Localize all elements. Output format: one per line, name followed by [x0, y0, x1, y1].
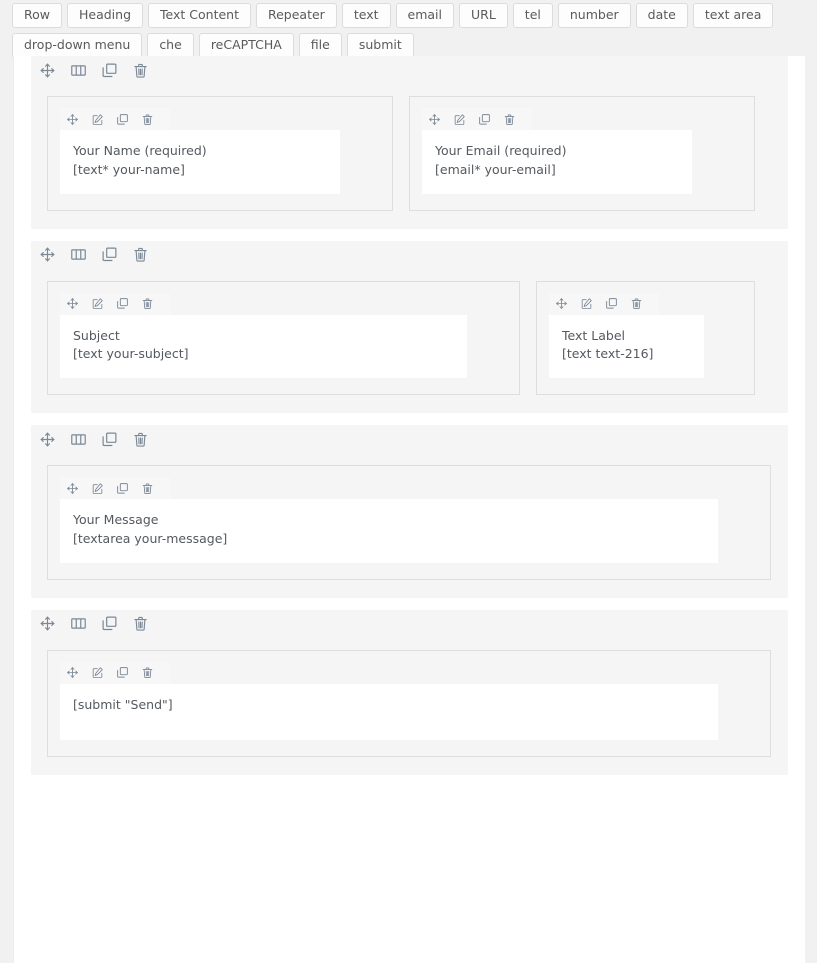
- duplicate-icon[interactable]: [116, 666, 129, 679]
- block-toolbar: [549, 292, 659, 315]
- form-column: [submit "Send"]: [47, 649, 771, 757]
- form-column: Your Message [textarea your-message]: [47, 465, 771, 580]
- field-label: Subject: [73, 327, 120, 343]
- trash-icon[interactable]: [132, 615, 149, 632]
- move-icon[interactable]: [555, 297, 568, 310]
- duplicate-icon[interactable]: [605, 297, 618, 310]
- field-label: Your Message: [73, 512, 159, 527]
- row-body: Your Message [textarea your-message]: [31, 453, 788, 598]
- field-type-toolbar: Row Heading Text Content Repeater text email U…: [0, 0, 817, 58]
- field-shortcode: [email* your-email]: [435, 161, 556, 177]
- field-block[interactable]: Text Label [text text-216]: [549, 314, 704, 378]
- trash-icon[interactable]: [141, 482, 154, 495]
- field-shortcode: [textarea your-message]: [73, 530, 228, 546]
- form-builder-canvas: Your Name (required) [text* your-name] Yo…: [13, 56, 805, 963]
- row-toolbar: [31, 56, 181, 84]
- field-type-button-drop-down-menu[interactable]: drop-down menu: [12, 33, 143, 58]
- edit-icon[interactable]: [453, 113, 466, 126]
- trash-icon[interactable]: [630, 297, 643, 310]
- form-column: Subject [text your-subject]: [47, 280, 520, 395]
- block-toolbar: [60, 108, 170, 130]
- trash-icon[interactable]: [132, 62, 149, 79]
- field-type-button-email[interactable]: email: [395, 3, 454, 28]
- edit-icon[interactable]: [91, 666, 104, 679]
- field-type-button-heading[interactable]: Heading: [67, 3, 144, 28]
- duplicate-icon[interactable]: [101, 431, 118, 448]
- field-label: Your Email (required): [435, 143, 567, 158]
- form-column: Text Label [text text-216]: [536, 280, 755, 395]
- trash-icon[interactable]: [132, 246, 149, 263]
- trash-icon[interactable]: [141, 666, 154, 679]
- form-row: [submit "Send"]: [31, 609, 788, 775]
- field-type-button-text-area[interactable]: text area: [692, 3, 774, 28]
- move-icon[interactable]: [39, 246, 56, 263]
- field-type-button-text-content[interactable]: Text Content: [148, 3, 251, 28]
- field-shortcode: [text* your-name]: [73, 161, 185, 177]
- move-icon[interactable]: [66, 666, 79, 679]
- form-column: Your Name (required) [text* your-name]: [47, 96, 393, 211]
- field-type-button-tel[interactable]: tel: [512, 3, 553, 28]
- duplicate-icon[interactable]: [116, 482, 129, 495]
- field-block[interactable]: Your Message [textarea your-message]: [60, 499, 718, 563]
- duplicate-icon[interactable]: [116, 113, 129, 126]
- block-toolbar: [60, 292, 170, 315]
- form-row: Subject [text your-subject] Text Label [te…: [31, 240, 788, 414]
- edit-icon[interactable]: [91, 482, 104, 495]
- edit-icon[interactable]: [91, 297, 104, 310]
- duplicate-icon[interactable]: [116, 297, 129, 310]
- edit-icon[interactable]: [91, 113, 104, 126]
- move-icon[interactable]: [428, 113, 441, 126]
- field-type-button-che[interactable]: che: [147, 33, 194, 58]
- columns-icon[interactable]: [70, 246, 87, 263]
- field-type-button-number[interactable]: number: [557, 3, 631, 28]
- row-toolbar: [31, 240, 181, 269]
- move-icon[interactable]: [66, 297, 79, 310]
- row-body: [submit "Send"]: [31, 638, 788, 775]
- form-column: Your Email (required) [email* your-email]: [409, 96, 755, 211]
- move-icon[interactable]: [39, 615, 56, 632]
- move-icon[interactable]: [39, 431, 56, 448]
- field-type-button-row[interactable]: Row: [12, 3, 62, 28]
- field-shortcode: [text your-subject]: [73, 346, 189, 362]
- row-toolbar: [31, 425, 181, 453]
- field-type-button-date[interactable]: date: [635, 3, 688, 28]
- field-type-button-file[interactable]: file: [298, 33, 342, 58]
- field-type-button-repeater[interactable]: Repeater: [255, 3, 337, 28]
- field-type-button-submit[interactable]: submit: [346, 33, 414, 58]
- columns-icon[interactable]: [70, 62, 87, 79]
- block-toolbar: [422, 108, 532, 130]
- field-block[interactable]: [submit "Send"]: [60, 683, 718, 740]
- columns-icon[interactable]: [70, 615, 87, 632]
- field-shortcode: [submit "Send"]: [73, 696, 173, 712]
- field-block[interactable]: Your Email (required) [email* your-email]: [422, 130, 692, 194]
- row-toolbar: [31, 609, 181, 638]
- block-toolbar: [60, 661, 170, 684]
- form-row: Your Message [textarea your-message]: [31, 425, 788, 598]
- duplicate-icon[interactable]: [478, 113, 491, 126]
- field-label: Your Name (required): [73, 143, 207, 158]
- trash-icon[interactable]: [141, 297, 154, 310]
- field-type-button-recaptcha[interactable]: reCAPTCHA: [198, 33, 294, 58]
- duplicate-icon[interactable]: [101, 62, 118, 79]
- row-body: Your Name (required) [text* your-name] Yo…: [31, 84, 788, 229]
- block-toolbar: [60, 477, 170, 499]
- field-block[interactable]: Subject [text your-subject]: [60, 314, 467, 378]
- trash-icon[interactable]: [132, 431, 149, 448]
- field-block[interactable]: Your Name (required) [text* your-name]: [60, 130, 340, 194]
- edit-icon[interactable]: [580, 297, 593, 310]
- field-type-button-url[interactable]: URL: [458, 3, 508, 28]
- columns-icon[interactable]: [70, 431, 87, 448]
- move-icon[interactable]: [66, 113, 79, 126]
- form-row: Your Name (required) [text* your-name] Yo…: [31, 56, 788, 229]
- field-type-button-text[interactable]: text: [341, 3, 391, 28]
- field-label: Text Label: [562, 327, 625, 343]
- trash-icon[interactable]: [141, 113, 154, 126]
- move-icon[interactable]: [39, 62, 56, 79]
- duplicate-icon[interactable]: [101, 246, 118, 263]
- trash-icon[interactable]: [503, 113, 516, 126]
- field-shortcode: [text text-216]: [562, 346, 654, 362]
- move-icon[interactable]: [66, 482, 79, 495]
- duplicate-icon[interactable]: [101, 615, 118, 632]
- row-body: Subject [text your-subject] Text Label [te…: [31, 269, 788, 414]
